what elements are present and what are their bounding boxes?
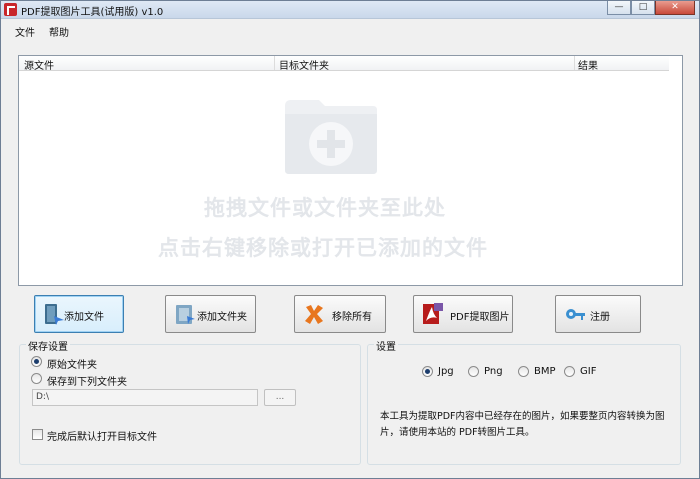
pdf-extract-icon xyxy=(423,303,443,324)
minimize-button[interactable]: — xyxy=(607,1,631,15)
column-result[interactable]: 结果 xyxy=(578,57,598,72)
file-list-header: 源文件 目标文件夹 结果 xyxy=(19,56,669,72)
settings-description: 本工具为提取PDF内容中已经存在的图片，如果要整页内容转换为图片，请使用本站的 … xyxy=(380,411,665,438)
format-bmp-label: BMP xyxy=(534,366,556,377)
folder-plus-icon xyxy=(285,100,377,174)
save-settings-title: 保存设置 xyxy=(26,338,70,353)
format-jpg-label: Jpg xyxy=(438,366,454,377)
file-list[interactable]: 源文件 目标文件夹 结果 拖拽文件或文件夹至此处 点击右键移除或打开已添加的文件 xyxy=(18,55,683,286)
close-button[interactable]: ✕ xyxy=(655,1,695,15)
pdf-extract-label: PDF提取图片 xyxy=(450,312,510,323)
key-icon xyxy=(566,309,585,320)
open-after-label: 完成后默认打开目标文件 xyxy=(47,432,157,443)
minimize-icon: — xyxy=(614,2,624,12)
app-pdf-icon xyxy=(4,3,17,16)
column-separator xyxy=(574,56,575,70)
menu-help[interactable]: 帮助 xyxy=(49,24,69,39)
remove-all-label: 移除所有 xyxy=(332,312,372,323)
add-folder-label: 添加文件夹 xyxy=(197,312,247,323)
save-path-input[interactable]: D:\ xyxy=(32,389,258,406)
window-controls: — □ ✕ xyxy=(607,1,695,15)
column-separator xyxy=(274,56,275,70)
drop-hint-line2: 点击右键移除或打开已添加的文件 xyxy=(158,236,488,260)
original-folder-label: 原始文件夹 xyxy=(47,360,97,371)
register-label: 注册 xyxy=(590,312,610,323)
radio-custom-folder[interactable] xyxy=(31,373,42,384)
drop-hint-line1: 拖拽文件或文件夹至此处 xyxy=(204,196,446,220)
format-gif-label: GIF xyxy=(580,366,597,377)
custom-folder-label: 保存到下列文件夹 xyxy=(47,377,127,388)
close-icon: ✕ xyxy=(671,2,679,12)
add-file-button[interactable]: 添加文件 xyxy=(34,295,124,333)
remove-all-button[interactable]: 移除所有 xyxy=(294,295,386,333)
radio-format-bmp[interactable] xyxy=(518,366,529,377)
add-folder-button[interactable]: 添加文件夹 xyxy=(165,295,256,333)
radio-format-gif[interactable] xyxy=(564,366,575,377)
pdf-extract-button[interactable]: PDF提取图片 xyxy=(413,295,513,333)
remove-x-icon xyxy=(305,305,323,324)
menu-bar: 文件 帮助 xyxy=(1,20,699,40)
add-folder-icon xyxy=(176,305,195,324)
radio-format-jpg[interactable] xyxy=(422,366,433,377)
format-png-label: Png xyxy=(484,366,503,377)
settings-group: 设置 xyxy=(367,338,681,465)
add-file-icon xyxy=(45,304,64,325)
browse-button[interactable]: ... xyxy=(264,389,296,406)
radio-format-png[interactable] xyxy=(468,366,479,377)
register-button[interactable]: 注册 xyxy=(555,295,641,333)
open-after-checkbox[interactable] xyxy=(32,429,43,440)
radio-original-folder[interactable] xyxy=(31,356,42,367)
window-title: PDF提取图片工具(试用版) v1.0 xyxy=(21,7,164,18)
app-window: PDF提取图片工具(试用版) v1.0 — □ ✕ 文件 帮助 源文件 目标文件… xyxy=(0,0,700,479)
maximize-button[interactable]: □ xyxy=(631,1,655,15)
settings-title: 设置 xyxy=(374,338,398,353)
menu-file[interactable]: 文件 xyxy=(15,24,35,39)
maximize-icon: □ xyxy=(638,2,648,12)
column-target-folder[interactable]: 目标文件夹 xyxy=(279,57,329,72)
add-file-label: 添加文件 xyxy=(64,312,104,323)
column-source-file[interactable]: 源文件 xyxy=(24,57,54,72)
title-bar[interactable]: PDF提取图片工具(试用版) v1.0 — □ ✕ xyxy=(1,1,699,19)
